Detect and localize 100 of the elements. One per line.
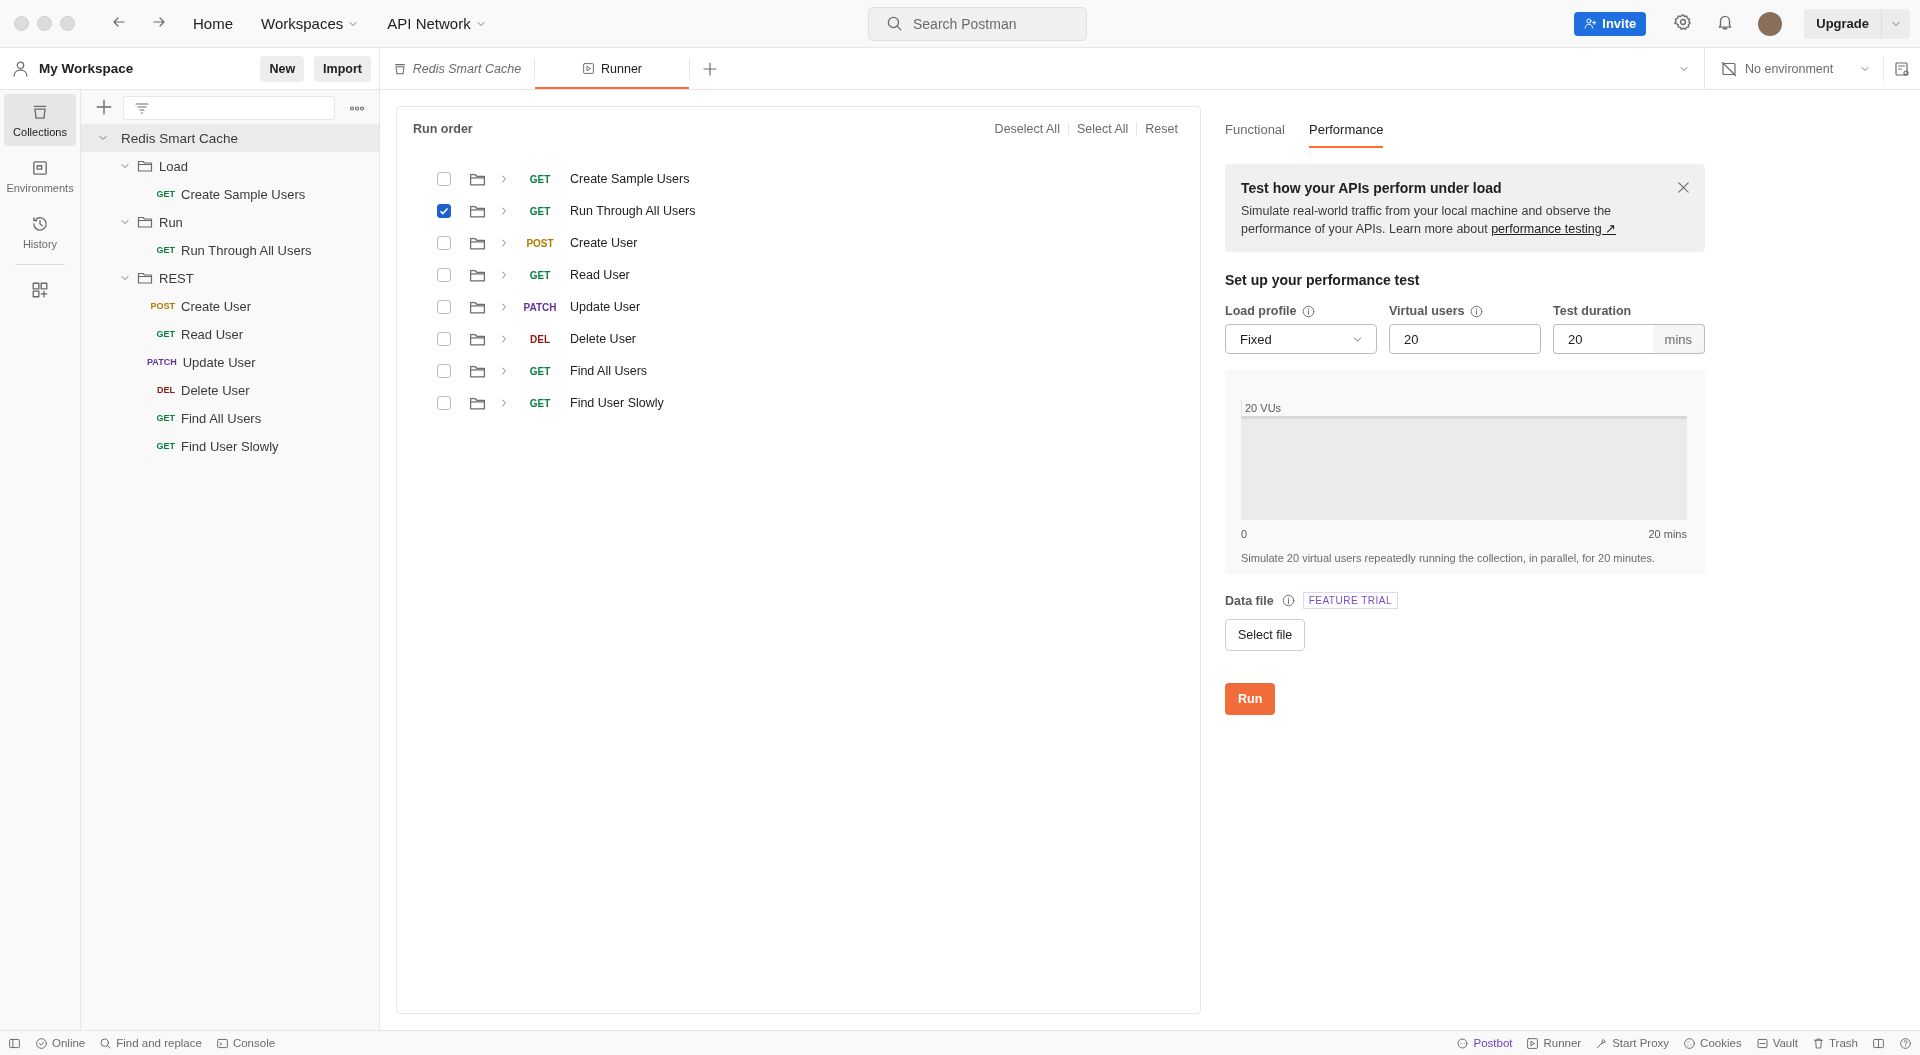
collection-icon [392, 61, 407, 76]
filter-icon [134, 100, 150, 116]
status-item[interactable]: Trash [1812, 1036, 1858, 1050]
nav-menu[interactable]: Workspaces [251, 11, 370, 36]
vault-icon [1755, 1036, 1769, 1050]
folder-item[interactable]: REST [159, 270, 194, 286]
method-label: GET [155, 329, 175, 339]
performance-testing-link[interactable]: performance testing ↗ [1491, 222, 1617, 236]
method-label: GET [155, 245, 175, 255]
method-label: GET [528, 365, 552, 377]
field-label: Load profile [1225, 304, 1297, 318]
nav-menu[interactable]: Home [183, 11, 243, 36]
status-item[interactable]: Start Proxy [1595, 1036, 1670, 1050]
request-name: Delete User [570, 332, 636, 346]
request-item[interactable]: Create User [181, 298, 252, 314]
folder-icon [137, 270, 153, 286]
request-item[interactable]: Update User [182, 354, 256, 370]
request-name: Find User Slowly [570, 396, 664, 410]
feature-trial-badge: FEATURE TRIAL [1302, 592, 1398, 609]
checkbox[interactable] [437, 396, 451, 410]
folder-item[interactable]: Load [159, 158, 188, 174]
play-square-icon [1526, 1036, 1540, 1050]
no-environment-icon [1721, 60, 1737, 77]
folder-icon [137, 158, 153, 174]
console-icon [215, 1036, 229, 1050]
status-item[interactable]: Find and replace [99, 1036, 202, 1050]
rail-tab[interactable]: Environments [4, 150, 76, 202]
help-icon [1899, 1036, 1912, 1050]
method-label: POST [525, 237, 555, 249]
status-item[interactable]: Runner [1526, 1036, 1582, 1050]
avatar[interactable] [1758, 11, 1783, 36]
search-field[interactable]: Search Postman [868, 7, 1087, 41]
search-icon [886, 15, 903, 32]
method-label: PATCH [147, 357, 177, 367]
banner-text: Simulate real-world traffic from your local machine and observe the performance of your APIs. Learn more about performance testing ↗ [1241, 203, 1618, 238]
runner-mode-tab[interactable]: Functional [1225, 112, 1285, 148]
folder-item[interactable]: Run [159, 214, 183, 230]
window-zoom-button[interactable] [60, 16, 75, 31]
axis-label: 20 mins [1648, 528, 1687, 540]
request-name: Create Sample Users [570, 172, 690, 186]
filter-field[interactable] [123, 96, 335, 120]
status-item[interactable]: Console [215, 1036, 276, 1050]
settings-icon [1674, 13, 1693, 31]
two-pane-icon [1872, 1036, 1885, 1050]
request-item[interactable]: Read User [181, 326, 244, 342]
method-label: GET [155, 189, 175, 199]
checkbox[interactable] [437, 364, 451, 378]
status-item[interactable]: Vault [1755, 1036, 1798, 1050]
checkbox[interactable] [437, 332, 451, 346]
run-order-action[interactable]: Select All [1067, 122, 1137, 136]
close-icon [1676, 180, 1691, 195]
environment-selector[interactable]: No environment [1704, 48, 1883, 89]
editor-tab[interactable]: Redis Smart Cache [380, 50, 534, 89]
method-label: GET [528, 173, 552, 185]
request-name: Run Through All Users [570, 204, 696, 218]
method-label: DEL [156, 385, 175, 395]
run-order-action[interactable]: Reset [1136, 122, 1186, 136]
rail-tab[interactable]: History [4, 206, 76, 258]
number-input[interactable]: 20 [1389, 324, 1541, 354]
select-file-button[interactable]: Select file [1225, 619, 1306, 651]
invite-button[interactable]: Invite [1574, 11, 1647, 36]
checkbox[interactable] [437, 204, 451, 218]
request-item[interactable]: Delete User [181, 382, 250, 398]
method-label: GET [528, 205, 552, 217]
axis-label: 0 [1241, 528, 1248, 540]
window-minimize-button[interactable] [37, 16, 52, 31]
method-label: GET [528, 397, 552, 409]
request-item[interactable]: Create Sample Users [181, 186, 306, 202]
runner-icon [582, 62, 595, 75]
checkbox[interactable] [437, 236, 451, 250]
request-item[interactable]: Run Through All Users [181, 242, 312, 258]
editor-tab[interactable]: Runner [535, 50, 689, 89]
run-order-action[interactable]: Deselect All [986, 122, 1068, 136]
field-label: Test duration [1553, 304, 1632, 318]
trash-icon [1812, 1036, 1825, 1050]
checkbox[interactable] [437, 268, 451, 282]
section-heading: Set up your performance test [1225, 272, 1421, 288]
close-button[interactable] [1676, 180, 1691, 196]
history-icon [31, 214, 49, 233]
sidebar-button[interactable]: Import [314, 55, 371, 82]
grid-plus-icon [31, 281, 49, 299]
sidebar-button[interactable]: New [260, 55, 305, 82]
rail-tab[interactable]: Collections [4, 94, 76, 146]
nav-menu[interactable]: API Network [377, 11, 497, 36]
field-label: Data file [1225, 593, 1274, 608]
window-close-button[interactable] [14, 16, 29, 31]
checkbox[interactable] [437, 172, 451, 186]
panel-title: Run order [413, 122, 474, 136]
method-label: GET [155, 441, 175, 451]
folder-icon [137, 214, 153, 230]
check-circle-icon [35, 1036, 48, 1050]
method-label: GET [155, 413, 175, 423]
status-item[interactable]: Online [35, 1036, 86, 1050]
runner-mode-tab[interactable]: Performance [1309, 112, 1384, 148]
checkbox[interactable] [437, 300, 451, 314]
request-item[interactable]: Find All Users [181, 410, 262, 426]
status-item[interactable]: Cookies [1683, 1036, 1742, 1050]
request-item[interactable]: Find User Slowly [181, 438, 279, 454]
load-profile-dropdown[interactable]: Fixed [1225, 324, 1377, 354]
status-item[interactable]: Postbot [1456, 1036, 1513, 1050]
